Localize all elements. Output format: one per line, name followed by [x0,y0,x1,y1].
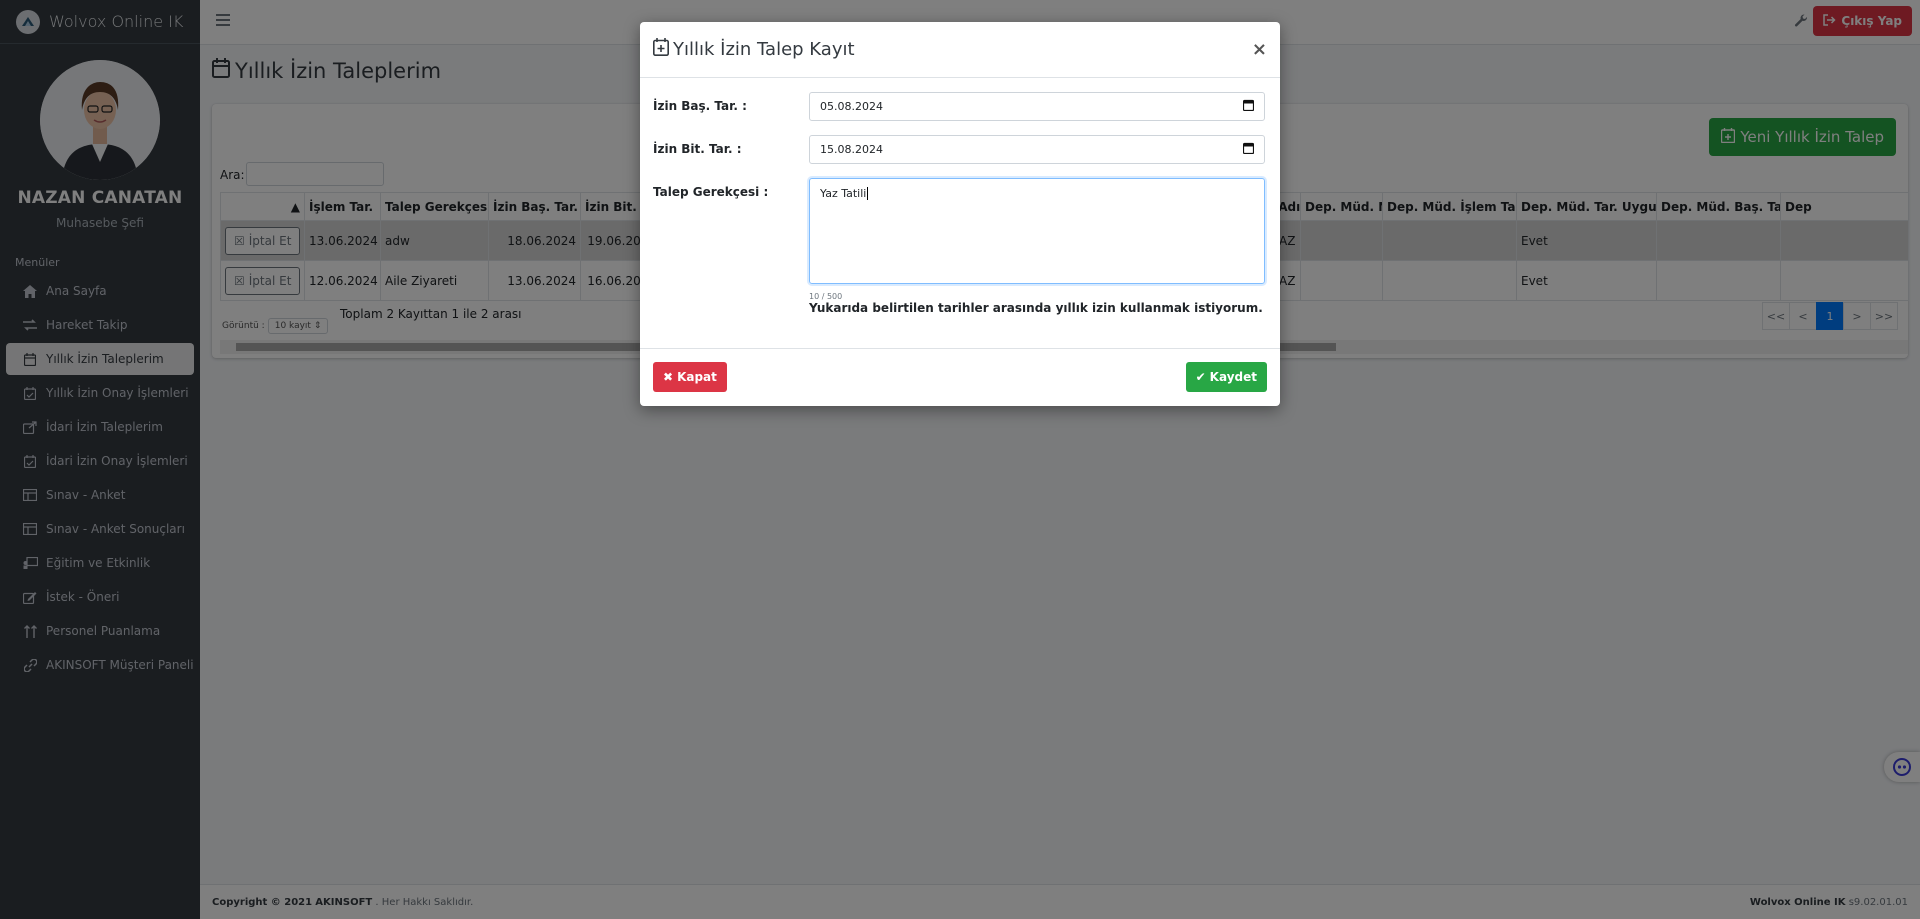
calendar-plus-icon [653,38,669,61]
text-cursor [867,187,869,200]
modal-header: Yıllık İzin Talep Kayıt × [640,22,1280,78]
save-button[interactable]: ✔ Kaydet [1185,362,1267,392]
modal-title-text: Yıllık İzin Talep Kayıt [673,39,855,60]
times-icon: ✖ [663,370,674,384]
start-date-label: İzin Baş. Tar. : [653,99,747,113]
reason-label: Talep Gerekçesi : [653,185,769,199]
annual-leave-modal: Yıllık İzin Talep Kayıt × İzin Baş. Tar.… [640,22,1280,406]
modal-footer: ✖ Kapat ✔ Kaydet [640,348,1280,406]
char-counter: 10 / 500 [809,292,843,301]
modal-close-x-button[interactable]: × [1252,39,1267,60]
reason-textarea[interactable]: Yaz Tatili [809,178,1265,284]
end-date-row: İzin Bit. Tar. : 15.08.2024 [653,135,1265,164]
start-date-input[interactable]: 05.08.2024 [809,92,1265,121]
start-date-row: İzin Baş. Tar. : 05.08.2024 [653,92,1265,121]
close-button[interactable]: ✖ Kapat [653,362,727,392]
calendar-icon[interactable] [1242,99,1255,114]
reason-row: Talep Gerekçesi : Yaz Tatili [653,178,1265,284]
modal-title: Yıllık İzin Talep Kayıt [653,38,855,61]
calendar-icon[interactable] [1242,142,1255,157]
reason-help-text: Yukarıda belirtilen tarihler arasında yı… [809,301,1263,315]
end-date-label: İzin Bit. Tar. : [653,142,742,156]
check-icon: ✔ [1195,370,1206,384]
end-date-input[interactable]: 15.08.2024 [809,135,1265,164]
